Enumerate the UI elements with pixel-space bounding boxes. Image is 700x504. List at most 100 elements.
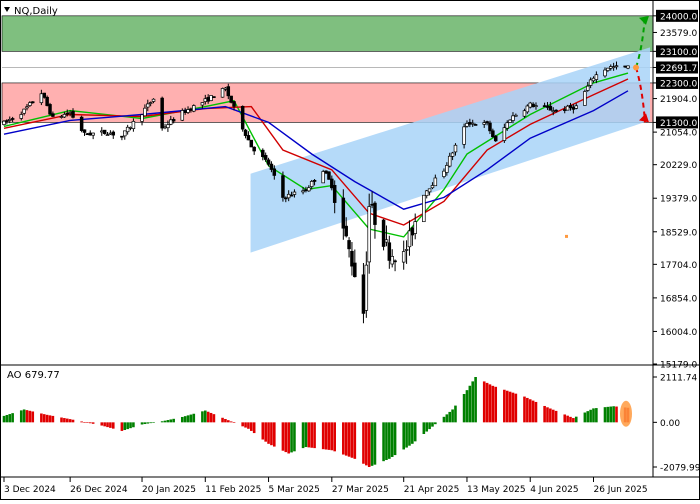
candle-body	[361, 274, 366, 314]
candle-body	[82, 129, 87, 133]
candle-body	[169, 119, 173, 125]
x-tick-label: 5 Mar 2025	[269, 485, 320, 495]
candle-body	[562, 109, 567, 111]
forecast-origin-dot	[633, 64, 639, 71]
ao-histogram-layer	[2, 377, 632, 467]
candle-body	[525, 105, 530, 113]
ao-bar	[304, 422, 308, 448]
candle-body	[108, 132, 113, 135]
ao-bar	[201, 411, 204, 423]
ao-bar	[28, 410, 32, 423]
ao-bar	[169, 419, 173, 423]
ao-bar	[534, 401, 538, 423]
trend-channel-layer	[250, 47, 651, 253]
ao-bar	[284, 422, 288, 453]
candle-body	[292, 191, 297, 195]
candle-body	[8, 119, 12, 121]
y-tick-label: 24000.0	[660, 12, 697, 22]
candle-body	[246, 135, 251, 141]
ao-bar	[508, 391, 512, 423]
candle-body	[571, 106, 576, 110]
ao-bar	[402, 422, 406, 450]
candle-body	[545, 105, 550, 108]
candle-body	[261, 149, 265, 158]
ao-bar	[212, 414, 216, 423]
ao-bar	[270, 422, 273, 446]
ao-bar	[267, 422, 270, 444]
ao-bar	[365, 422, 368, 466]
candle-body	[367, 206, 371, 263]
y-tick-label: 20229.0	[660, 161, 697, 171]
candle-body	[583, 91, 587, 106]
ao-bar	[264, 422, 267, 442]
candle-body	[353, 262, 357, 278]
ao-bar	[609, 406, 613, 423]
ao-bar	[68, 419, 72, 423]
ao-bar	[445, 414, 449, 423]
candle-body	[608, 66, 613, 69]
candle-body	[462, 126, 466, 145]
candle-body	[565, 105, 570, 111]
x-tick-label: 11 Feb 2025	[205, 485, 261, 495]
ao-bar	[172, 418, 175, 423]
candle-body	[344, 225, 348, 237]
ao-bar	[287, 422, 290, 454]
ao-bar	[163, 420, 167, 423]
ao-bar	[91, 422, 95, 424]
ao-bar	[103, 422, 106, 427]
ao-bar	[226, 420, 230, 423]
y-tick-label: 21054.0	[660, 129, 697, 139]
ao-bar	[353, 422, 357, 459]
ao-bar	[109, 422, 112, 428]
ao-bar	[526, 397, 529, 423]
ao-bar	[5, 414, 9, 423]
chevron-down-icon[interactable]	[4, 7, 10, 12]
ao-bar	[543, 405, 546, 423]
y-tick-label: 17704.0	[660, 261, 697, 271]
ao-bar	[19, 410, 23, 423]
candle-body	[473, 124, 478, 126]
ao-bar	[454, 405, 457, 423]
candle-body	[286, 193, 291, 199]
ao-bar	[232, 422, 236, 423]
candle-body	[39, 93, 44, 104]
candle-body	[442, 170, 446, 177]
candle-body	[364, 264, 369, 311]
ao-y-tick-label: 0.00	[660, 419, 680, 429]
candle-body	[220, 88, 225, 98]
ao-bar	[448, 411, 452, 423]
candle-body	[511, 115, 515, 121]
candle-body	[200, 102, 205, 106]
candle-body	[603, 69, 607, 77]
ao-bar	[140, 422, 144, 425]
ao-bar	[514, 393, 518, 423]
ao-bar	[183, 416, 187, 423]
candle-body	[514, 114, 518, 117]
candle-body	[574, 105, 578, 109]
candle-body	[269, 163, 274, 170]
ao-bar	[80, 421, 83, 423]
ao-bar	[186, 415, 190, 423]
ao-bar	[48, 415, 52, 423]
ao-bar	[362, 422, 365, 464]
ao-bar	[261, 422, 265, 440]
candle-body	[373, 202, 377, 225]
ao-bar	[86, 422, 89, 423]
y-tick-label: 16004.0	[660, 328, 697, 338]
candle-body	[321, 171, 325, 184]
candle-body	[2, 120, 6, 125]
candle-body	[281, 175, 285, 198]
ao-bar	[327, 422, 331, 450]
ao-y-tick-label: 2111.74	[660, 374, 697, 384]
y-tick-label: 22691.7	[660, 64, 697, 74]
candle-body	[493, 135, 498, 142]
labels-layer: NQ,Daily AO 679.77	[4, 6, 60, 381]
x-tick-label: 26 Jun 2025	[593, 485, 647, 495]
candle-body	[445, 165, 449, 173]
x-tick-label: 27 Mar 2025	[332, 485, 389, 495]
ao-bar	[88, 422, 92, 424]
candle-body	[100, 130, 104, 133]
ao-bar	[45, 414, 49, 423]
candle-body	[102, 129, 107, 134]
ao-bar	[111, 422, 115, 429]
